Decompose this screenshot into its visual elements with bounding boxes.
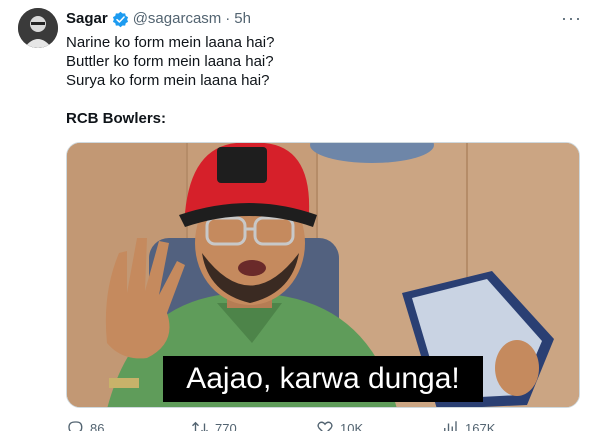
repost-icon xyxy=(192,421,208,431)
repost-count: 770 xyxy=(215,420,237,431)
views-button[interactable]: 167K xyxy=(441,418,566,431)
tweet-header: Sagar @sagarcasm · 5h xyxy=(66,9,580,29)
tweet-actions: 86 770 10K 167K xyxy=(66,418,566,431)
repost-button[interactable]: 770 xyxy=(191,418,316,431)
views-count: 167K xyxy=(465,420,496,431)
tweet-line: Surya ko form mein laana hai? xyxy=(66,72,270,89)
author-handle[interactable]: @sagarcasm xyxy=(133,9,222,29)
tweet-heading: RCB Bowlers: xyxy=(66,110,167,127)
more-options-button[interactable]: ··· xyxy=(561,9,582,27)
author-name[interactable]: Sagar xyxy=(66,9,108,29)
reply-count: 86 xyxy=(90,420,105,431)
tweet-line: Buttler ko form mein laana hai? xyxy=(66,53,274,70)
tweet-line: Narine ko form mein laana hai? xyxy=(66,34,275,51)
separator-dot: · xyxy=(225,10,231,27)
views-icon xyxy=(444,421,457,431)
like-button[interactable]: 10K xyxy=(316,418,441,431)
tweet-text: Narine ko form mein laana hai? Buttler k… xyxy=(66,33,580,128)
avatar[interactable] xyxy=(18,8,58,48)
video-caption: Aajao, karwa dunga! xyxy=(163,356,483,402)
heart-icon xyxy=(317,421,333,431)
timestamp[interactable]: 5h xyxy=(234,9,251,29)
reply-button[interactable]: 86 xyxy=(66,418,191,431)
tweet-media[interactable]: Aajao, karwa dunga! xyxy=(66,142,580,408)
verified-badge-icon xyxy=(112,11,128,27)
reply-icon xyxy=(68,421,83,431)
avatar-image xyxy=(18,8,58,48)
like-count: 10K xyxy=(340,420,364,431)
